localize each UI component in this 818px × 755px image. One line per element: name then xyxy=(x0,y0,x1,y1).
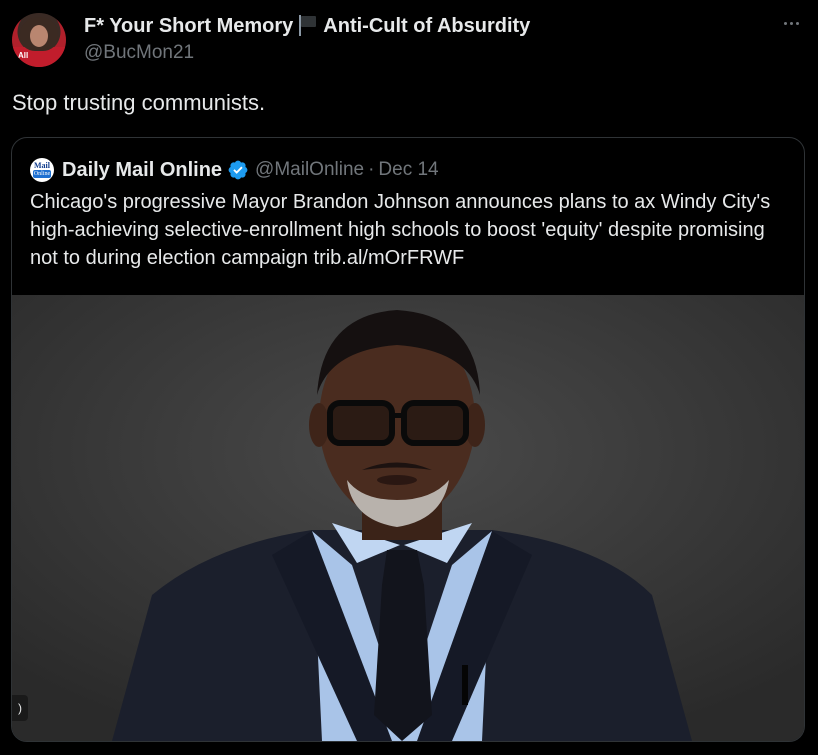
quoted-tweet-header: Mail Online Daily Mail Online @MailOnlin… xyxy=(30,158,439,182)
display-name-part2: Anti-Cult of Absurdity xyxy=(323,15,531,37)
black-flag-icon xyxy=(297,14,317,36)
daily-mail-logo-icon[interactable]: Mail Online xyxy=(30,158,54,182)
quoted-tweet-text: Chicago's progressive Mayor Brandon John… xyxy=(30,191,771,269)
more-options-icon[interactable] xyxy=(776,8,806,38)
avatar-face xyxy=(30,25,48,47)
avatar-shirt-text: All xyxy=(18,51,29,60)
author-avatar[interactable]: All xyxy=(12,13,66,67)
quoted-tweet-date[interactable]: Dec 14 xyxy=(378,159,438,181)
quoted-tweet-card[interactable]: Mail Online Daily Mail Online @MailOnlin… xyxy=(11,137,805,742)
display-name-part1: F* Your Short Memory xyxy=(84,15,294,37)
tweet-text: Stop trusting communists. xyxy=(12,90,266,115)
sound-icon[interactable]: ) xyxy=(12,695,28,721)
verified-badge-icon xyxy=(228,160,248,180)
quoted-author-handle[interactable]: @MailOnline xyxy=(255,159,364,181)
meta-separator: · xyxy=(368,159,375,180)
author-handle[interactable]: @BucMon21 xyxy=(84,42,194,64)
man-portrait-illustration xyxy=(12,295,804,741)
quoted-tweet-media-image[interactable] xyxy=(12,295,804,741)
quoted-author-name[interactable]: Daily Mail Online xyxy=(62,159,222,182)
author-display-name[interactable]: F* Your Short Memory Anti-Cult of Absurdi… xyxy=(84,14,530,38)
